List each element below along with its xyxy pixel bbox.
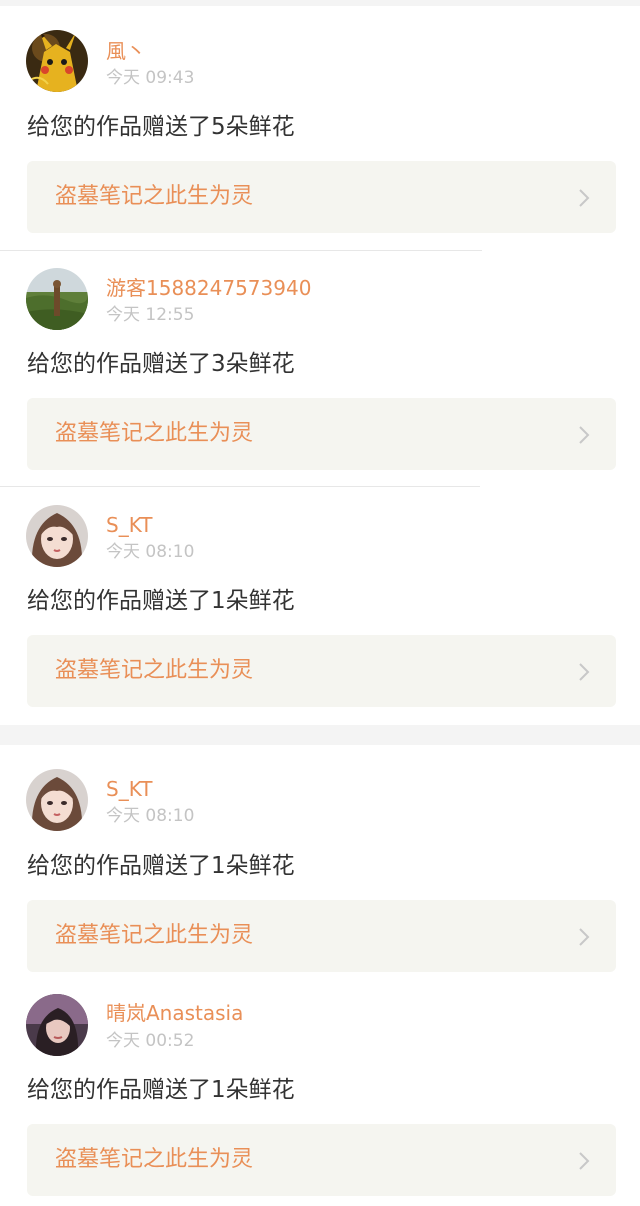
- chevron-right-icon: [579, 663, 590, 681]
- chevron-right-icon: [579, 928, 590, 946]
- section-gap: [0, 725, 640, 745]
- timestamp: 今天 08:10: [106, 542, 195, 562]
- chevron-right-icon: [579, 1152, 590, 1170]
- username[interactable]: 晴岚Anastasia: [106, 1001, 243, 1025]
- anime-girl-avatar-icon[interactable]: [26, 769, 88, 831]
- field-landscape-avatar-icon[interactable]: [26, 268, 88, 330]
- timestamp: 今天 08:10: [106, 806, 195, 826]
- timestamp: 今天 12:55: [106, 305, 195, 325]
- username[interactable]: S_KT: [106, 513, 152, 537]
- pikachu-avatar-icon[interactable]: [26, 30, 88, 92]
- work-link[interactable]: 盗墓笔记之此生为灵: [27, 635, 616, 707]
- notification-card: 風丶 今天 09:43 给您的作品赠送了5朵鲜花 盗墓笔记之此生为灵: [0, 6, 640, 250]
- work-title: 盗墓笔记之此生为灵: [55, 658, 254, 683]
- notification-card: 游客1588247573940 今天 12:55 给您的作品赠送了3朵鲜花 盗墓…: [0, 251, 640, 486]
- chevron-right-icon: [579, 426, 590, 444]
- gift-message: 给您的作品赠送了5朵鲜花: [27, 114, 295, 140]
- anime-girl-avatar-icon[interactable]: [26, 505, 88, 567]
- work-link[interactable]: 盗墓笔记之此生为灵: [27, 398, 616, 470]
- gift-message: 给您的作品赠送了3朵鲜花: [27, 351, 295, 377]
- work-link[interactable]: 盗墓笔记之此生为灵: [27, 900, 616, 972]
- timestamp: 今天 09:43: [106, 68, 195, 88]
- timestamp: 今天 00:52: [106, 1031, 195, 1051]
- chevron-right-icon: [579, 189, 590, 207]
- work-link[interactable]: 盗墓笔记之此生为灵: [27, 161, 616, 233]
- work-title: 盗墓笔记之此生为灵: [55, 421, 254, 446]
- work-title: 盗墓笔记之此生为灵: [55, 184, 254, 209]
- notification-card: S_KT 今天 08:10 给您的作品赠送了1朵鲜花 盗墓笔记之此生为灵: [0, 745, 640, 985]
- username[interactable]: 游客1588247573940: [106, 276, 311, 300]
- work-title: 盗墓笔记之此生为灵: [55, 923, 254, 948]
- notification-card: S_KT 今天 08:10 给您的作品赠送了1朵鲜花 盗墓笔记之此生为灵: [0, 487, 640, 725]
- work-title: 盗墓笔记之此生为灵: [55, 1147, 254, 1172]
- portrait-girl-avatar-icon[interactable]: [26, 994, 88, 1056]
- username[interactable]: 風丶: [106, 39, 146, 63]
- gift-message: 给您的作品赠送了1朵鲜花: [27, 588, 295, 614]
- gift-message: 给您的作品赠送了1朵鲜花: [27, 1077, 295, 1103]
- username[interactable]: S_KT: [106, 777, 152, 801]
- gift-message: 给您的作品赠送了1朵鲜花: [27, 853, 295, 879]
- work-link[interactable]: 盗墓笔记之此生为灵: [27, 1124, 616, 1196]
- notification-card: 晴岚Anastasia 今天 00:52 给您的作品赠送了1朵鲜花 盗墓笔记之此…: [0, 985, 640, 1206]
